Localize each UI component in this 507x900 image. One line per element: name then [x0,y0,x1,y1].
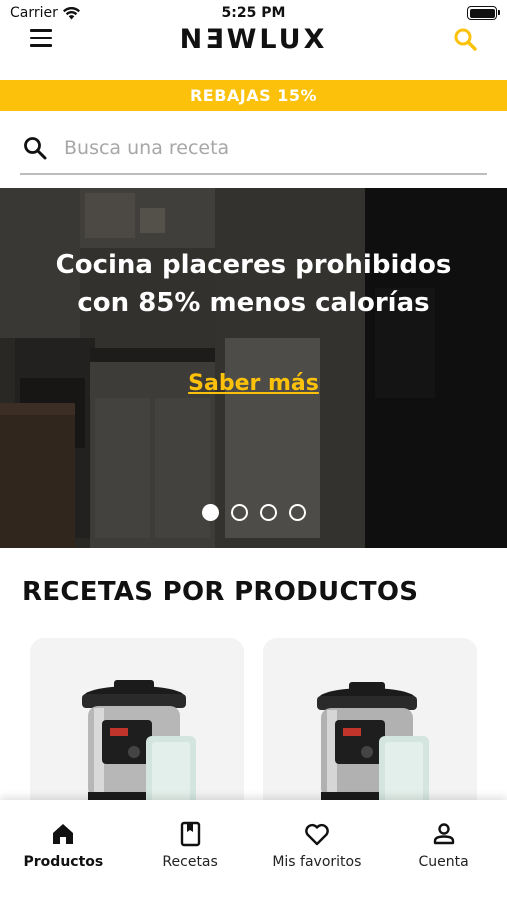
user-icon [433,823,454,845]
battery-icon [467,6,500,20]
tab-label: Recetas [162,854,218,870]
saber-mas-link[interactable]: Saber más [0,371,507,396]
app-header: NƎWLUX [0,24,507,74]
carousel-pagination [0,504,507,521]
tab-label: Cuenta [418,854,469,870]
hero-overlay [0,188,507,548]
status-bar: Carrier 5:25 PM [0,0,507,26]
tab-productos[interactable]: Productos [0,800,127,900]
status-time: 5:25 PM [221,5,286,21]
heart-icon [305,823,329,846]
section-title: RECETAS POR PRODUCTOS [22,577,419,607]
carousel-dot-3[interactable] [259,504,277,521]
promo-banner[interactable]: REBAJAS 15% [0,80,507,111]
tab-label: Productos [23,854,104,870]
recipe-search-input[interactable] [64,137,444,159]
product-card[interactable] [263,638,477,818]
brand-logo: NƎWLUX [179,24,328,55]
search-icon[interactable] [451,26,481,56]
product-card[interactable] [30,638,244,818]
book-icon [180,821,201,847]
tab-recetas[interactable]: Recetas [127,800,254,900]
hero-title: Cocina placeres prohibidos con 85% menos… [55,250,452,318]
pressure-cooker-image [82,680,196,818]
search-icon [24,137,47,160]
pressure-cooker-image [317,682,429,818]
carousel-dot-1[interactable] [201,504,219,521]
tab-cuenta[interactable]: Cuenta [380,800,507,900]
carousel-dot-2[interactable] [230,504,248,521]
carousel-dot-4[interactable] [288,504,306,521]
bottom-tab-bar: Productos Recetas Mis favoritos Cuenta [0,800,507,900]
tab-mis-favoritos[interactable]: Mis favoritos [254,800,381,900]
home-icon [53,824,74,844]
tab-label: Mis favoritos [272,854,362,870]
recipe-search-bar [20,123,487,175]
hero-carousel[interactable]: Cocina placeres prohibidos con 85% menos… [0,188,507,548]
